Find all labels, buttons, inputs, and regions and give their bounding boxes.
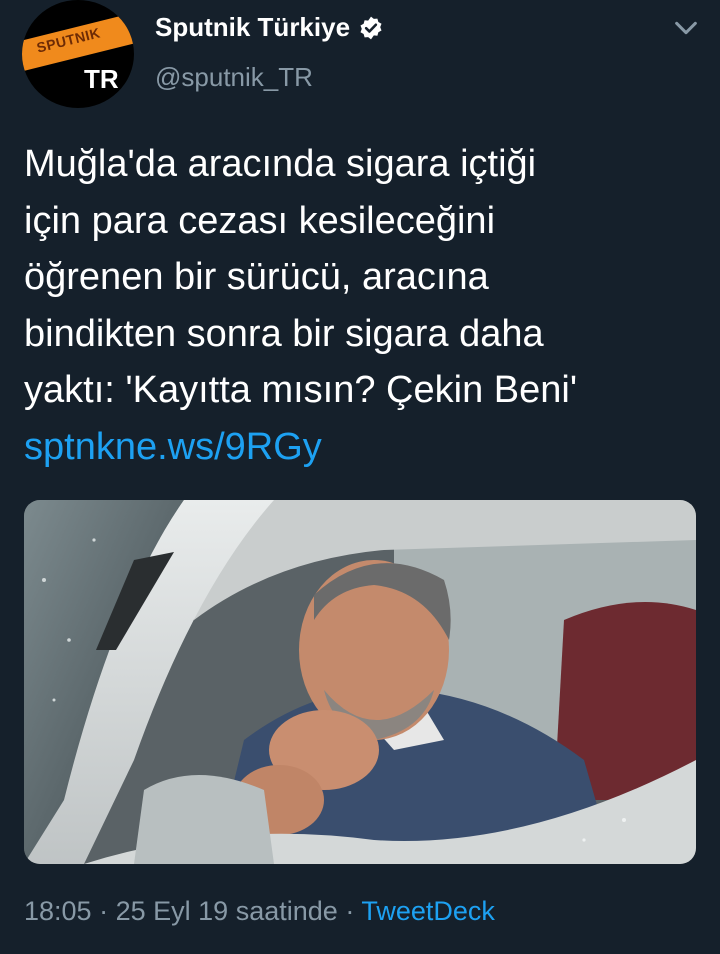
tweet-text-line: öğrenen bir sürücü, aracına (24, 256, 489, 298)
tweet-text: Muğla'da aracında sigara içtiği için par… (24, 136, 704, 475)
avatar-region-text: TR (84, 64, 119, 94)
display-name-row[interactable]: Sputnik Türkiye (155, 12, 384, 43)
driver-photo-illustration (24, 500, 696, 864)
tweet-text-line: Muğla'da aracında sigara içtiği (24, 143, 537, 185)
avatar[interactable]: SPUTNIK TR (22, 0, 134, 108)
chevron-down-icon[interactable] (672, 14, 700, 42)
tweet-time-suffix: saatinde (235, 896, 338, 926)
tweet-time: 18:05 (24, 896, 92, 926)
meta-separator: · (345, 896, 355, 926)
meta-separator: · (99, 896, 109, 926)
tweet-date: 25 Eyl 19 (115, 896, 229, 926)
tweet-header: SPUTNIK TR Sputnik Türkiye @sputnik_TR (0, 0, 720, 130)
tweet-text-line: için para cezası kesileceğini (24, 199, 496, 242)
tweet-link[interactable]: sptnkne.ws/9RGy (24, 419, 704, 476)
tweet-text-line: bindikten sonra bir sigara daha (24, 312, 544, 355)
handle[interactable]: @sputnik_TR (155, 62, 313, 93)
verified-badge-icon (360, 16, 382, 39)
tweet-photo[interactable] (24, 500, 696, 864)
tweet-meta: 18:05 · 25 Eyl 19 saatinde · TweetDeck (24, 896, 495, 927)
display-name[interactable]: Sputnik Türkiye (155, 12, 350, 43)
tweet-source-link[interactable]: TweetDeck (361, 896, 495, 926)
tweet-text-line: yaktı: 'Kayıtta mısın? Çekin Beni' (24, 369, 578, 411)
